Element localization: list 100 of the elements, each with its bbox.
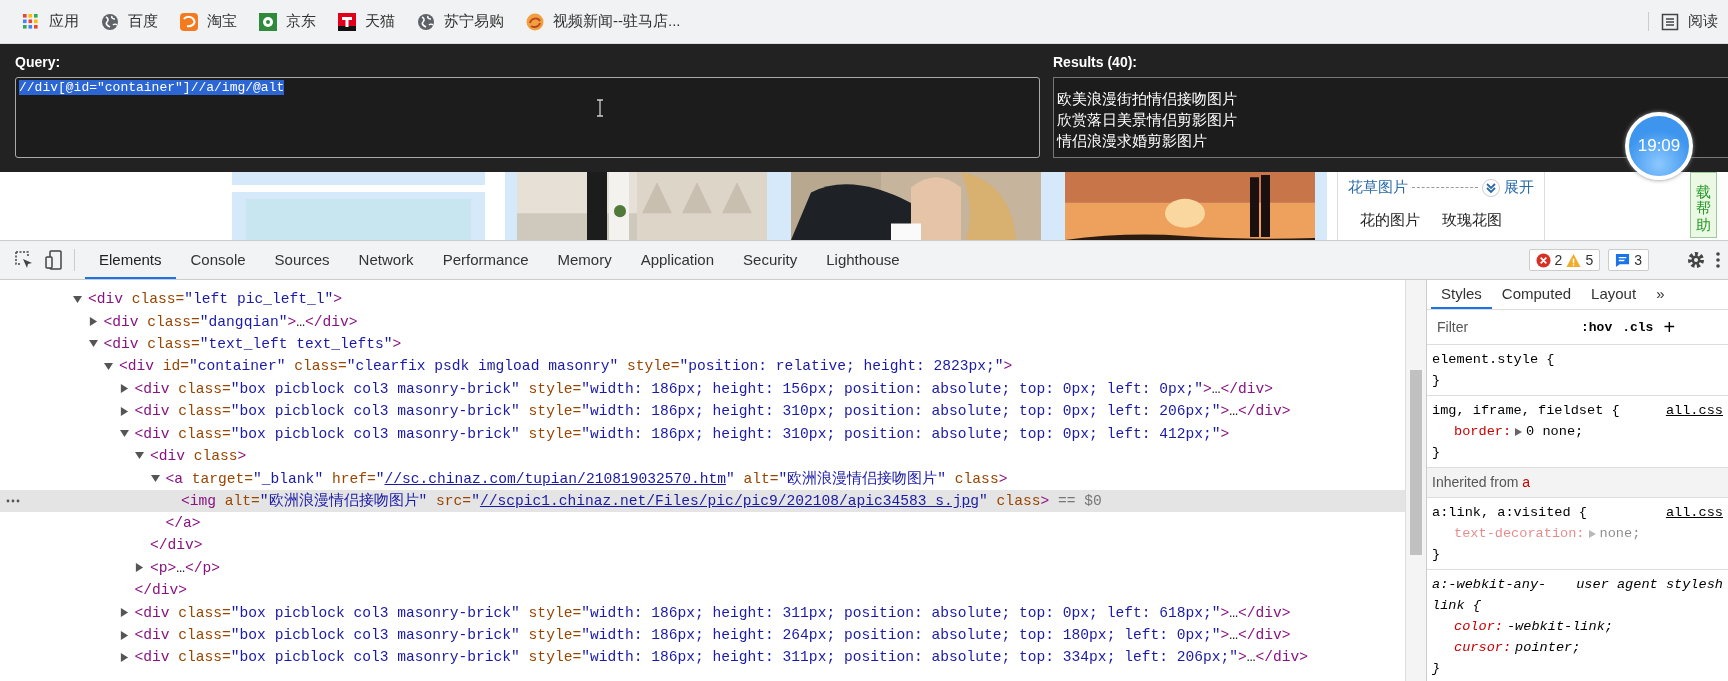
devtools-tab[interactable]: Security [729, 241, 812, 279]
closing-tag: </div> [150, 537, 203, 554]
dom-node[interactable]: <div class="box picblock col3 masonry-brick" style="width: 186px; height: 310px; position: absolute; top: 0px; left: 206px;">…</div> [134, 403, 1291, 420]
dom-node[interactable]: <div class="text_left text_lefts"> [103, 335, 402, 352]
css-property: cursor: [1454, 639, 1512, 657]
styles-tab[interactable]: Layout [1581, 280, 1647, 309]
reading-list-label[interactable]: 阅读 [1688, 12, 1718, 31]
css-value: 0 none; [1526, 423, 1584, 441]
inherited-label: Inherited from a [1432, 474, 1531, 490]
caret-icon[interactable] [119, 630, 129, 640]
css-selector: a:-webkit-any-link { [1432, 576, 1548, 615]
site-logo-icon [526, 12, 544, 31]
caret-icon[interactable] [119, 652, 129, 662]
caret-icon[interactable] [119, 384, 129, 394]
warning-icon [1566, 252, 1582, 268]
caret-icon[interactable] [104, 361, 113, 371]
apps-grid-icon [22, 12, 40, 31]
stylesheet-source: user agent stylesh [1576, 576, 1723, 594]
scrollbar[interactable] [1405, 280, 1426, 681]
bookmark[interactable]: 苏宁易购 [444, 12, 504, 31]
more-icon[interactable] [6, 497, 20, 504]
bookmark[interactable]: 淘宝 [207, 12, 237, 31]
caret-icon[interactable] [150, 473, 160, 483]
text-cursor-icon [596, 99, 604, 117]
results-label: Results (40): [1053, 53, 1138, 72]
class-toggle[interactable]: .cls [1622, 319, 1654, 335]
bookmark[interactable]: 京东 [286, 12, 316, 31]
dom-node[interactable]: <div id="container" class="clearfix psdk imgload masonry" style="position: relative; height: 2823px;"> [119, 358, 1013, 375]
dom-node[interactable]: <div class="left pic_left_l"> [88, 291, 342, 308]
dom-node[interactable]: <p>…</p> [150, 559, 221, 576]
styles-tab[interactable]: Computed [1491, 280, 1582, 309]
devtools-tab[interactable]: Elements [85, 241, 176, 279]
styles-tab[interactable]: Styles [1431, 280, 1492, 309]
selected-row[interactable]: <img alt="欧洲浪漫情侣接吻图片" src="//scpic1.chinaz.net/Files/pic/pic9/202108/apic34583_s.jpg" class> == $0 [0, 489, 1405, 512]
devtools-tab[interactable]: Sources [260, 241, 344, 279]
link[interactable]: //scpic1.chinaz.net/Files/pic/pic9/202108/apic34583_s.jpg [479, 493, 980, 510]
dom-node[interactable]: <div class="box picblock col3 masonry-brick" style="width: 186px; height: 311px; position: absolute; top: 0px; left: 618px;">…</div> [134, 604, 1291, 621]
dom-node[interactable]: <div class> [150, 447, 247, 464]
device-toggle-icon[interactable] [44, 250, 64, 270]
inspect-icon[interactable] [14, 250, 34, 270]
caret-icon[interactable] [73, 294, 82, 304]
messages-counter[interactable]: 3 [1608, 249, 1649, 271]
closing-brace: } [1432, 661, 1441, 676]
message-icon [1615, 252, 1631, 268]
css-value: -webkit-link; [1506, 618, 1613, 636]
dom-node[interactable]: <div class="box picblock col3 masonry-brick" style="width: 186px; height: 264px; position: absolute; top: 180px; left: 0px;">…</div> [134, 627, 1291, 644]
globe-icon [417, 12, 435, 31]
reading-list-icon[interactable] [1661, 12, 1679, 31]
dom-node[interactable]: <div class="box picblock col3 masonry-brick" style="width: 186px; height: 311px; position: absolute; top: 334px; left: 206px;">…</div> [134, 649, 1309, 666]
caret-icon[interactable] [135, 563, 144, 573]
globe-icon [101, 12, 119, 31]
styles-tab[interactable]: » [1646, 280, 1675, 309]
category-link[interactable]: 花的图片 [1360, 211, 1420, 230]
settings-icon[interactable] [1686, 250, 1706, 270]
caret-icon[interactable] [135, 451, 144, 461]
result-item: 欣赏落日美景情侣剪影图片 [1057, 111, 1237, 128]
site-logo-icon [259, 12, 277, 31]
closing-tag: </a> [165, 515, 201, 532]
link[interactable]: //sc.chinaz.com/tupian/210819032570.htm [384, 470, 726, 487]
dom-node[interactable]: <div class="dangqian">…</div> [103, 313, 358, 330]
dom-node[interactable]: <div class="box picblock col3 masonry-brick" style="width: 186px; height: 156px; position: absolute; top: 0px; left: 0px;">…</div> [134, 380, 1274, 397]
caret-icon[interactable] [119, 608, 129, 618]
css-selector: element.style { [1432, 351, 1555, 369]
new-rule-button[interactable]: + [1663, 315, 1676, 339]
category-link[interactable]: 玫瑰花图 [1442, 211, 1502, 230]
devtools-tab[interactable]: Network [344, 241, 428, 279]
error-icon [1535, 252, 1551, 268]
bookmark[interactable]: 百度 [128, 12, 158, 31]
stylesheet-source[interactable]: all.css [1665, 400, 1723, 421]
dom-node[interactable]: <a target="_blank" href="//sc.chinaz.com/tupian/210819032570.htm" alt="欧洲浪漫情侣接吻图片" class> [165, 468, 1008, 488]
devtools-tab[interactable]: Console [176, 241, 260, 279]
bookmark[interactable]: 天猫 [365, 12, 395, 31]
closing-brace: } [1432, 445, 1441, 460]
css-value: pointer; [1515, 639, 1581, 657]
caret-icon[interactable] [119, 406, 129, 416]
dom-node[interactable]: <div class="box picblock col3 masonry-brick" style="width: 186px; height: 310px; position: absolute; top: 0px; left: 412px;"> [134, 425, 1230, 442]
bookmark[interactable]: 应用 [49, 12, 79, 31]
stylesheet-source[interactable]: all.css [1665, 502, 1723, 523]
css-property: border: [1454, 423, 1512, 441]
query-field[interactable]: //div[@id="container"]//a/img/@alt [15, 77, 1040, 158]
category-heading[interactable]: 花草图片 [1348, 178, 1408, 197]
double-chevron-icon[interactable] [1482, 178, 1500, 197]
devtools-tab[interactable]: Memory [543, 241, 626, 279]
query-label: Query: [15, 53, 61, 72]
caret-icon[interactable] [88, 317, 98, 327]
devtools-tab[interactable]: Performance [428, 241, 543, 279]
bookmark[interactable]: 视频新闻--驻马店... [553, 12, 681, 31]
more-options-icon[interactable] [1714, 250, 1722, 270]
closing-brace: } [1432, 373, 1441, 388]
devtools-tab[interactable]: Application [626, 241, 729, 279]
dom-node[interactable]: <img alt="欧洲浪漫情侣接吻图片" src="//scpic1.chinaz.net/Files/pic/pic9/202108/apic34583_s.jpg" class> == $0 [181, 491, 1102, 511]
css-property: color: [1454, 618, 1503, 636]
issues-counter[interactable]: 2 5 [1528, 249, 1601, 271]
closing-brace: } [1432, 547, 1441, 562]
caret-icon[interactable] [119, 429, 129, 439]
devtools-tab[interactable]: Lighthouse [812, 241, 914, 279]
expand-link[interactable]: 展开 [1504, 178, 1534, 197]
caret-icon[interactable] [88, 339, 98, 349]
hover-state-toggle[interactable]: :hov [1581, 319, 1613, 335]
expand-icon[interactable] [1515, 427, 1523, 436]
